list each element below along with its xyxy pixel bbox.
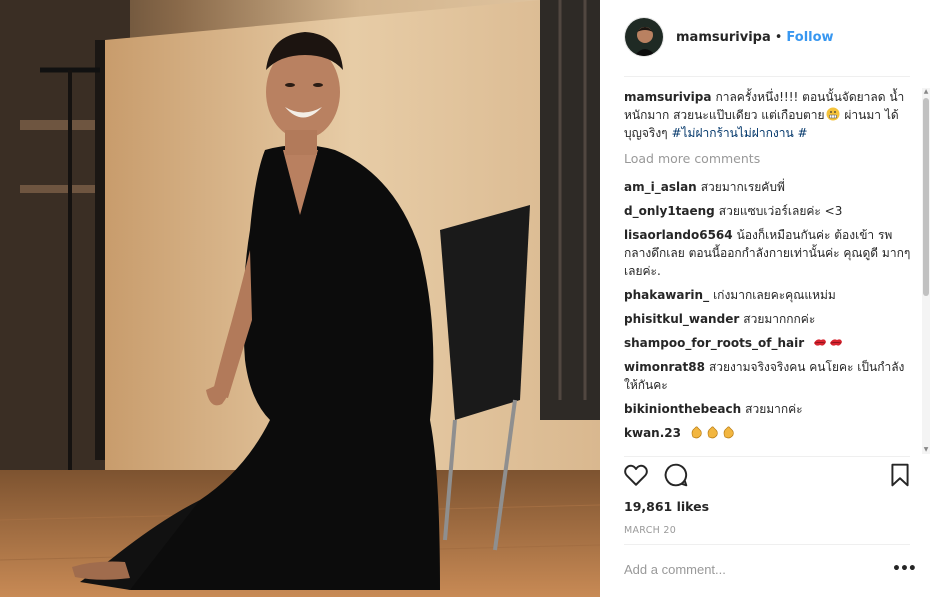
comment-item: phakawarin_ เก่งมากเลยคะคุณแหม่ม	[624, 286, 914, 304]
add-comment-input[interactable]	[624, 562, 884, 577]
load-more-comments-button[interactable]: Load more comments	[624, 150, 914, 168]
heart-icon	[624, 464, 648, 486]
speech-bubble-icon	[664, 463, 688, 487]
grimace-emoji-icon	[826, 107, 840, 121]
comment-text: สวยมากเรยคับพี่	[700, 180, 785, 194]
comment-item: wimonrat88 สวยงามจริงจริงคน คนโยคะ เป็นกำ…	[624, 358, 914, 394]
comments-list[interactable]: mamsurivipa กาลครั้งหนึ่ง!!!! ตอนนั้นจัดย…	[624, 88, 914, 454]
comment-username[interactable]: am_i_aslan	[624, 180, 697, 194]
comment-item: kwan.23	[624, 424, 914, 442]
post-header: mamsurivipa • Follow	[624, 17, 834, 57]
header-username[interactable]: mamsurivipa	[676, 30, 771, 45]
comment-username[interactable]: bikinionthebeach	[624, 402, 741, 416]
follow-button[interactable]: Follow	[786, 30, 833, 45]
caption-username[interactable]: mamsurivipa	[624, 90, 711, 104]
caption: mamsurivipa กาลครั้งหนึ่ง!!!! ตอนนั้นจัดย…	[624, 88, 914, 142]
actions-divider	[624, 456, 910, 457]
scrollbar-thumb[interactable]	[923, 98, 929, 296]
photo-illustration	[0, 0, 600, 597]
likes-count[interactable]: 19,861 likes	[624, 499, 709, 514]
kiss-emoji-icon	[814, 339, 826, 346]
like-button[interactable]	[623, 462, 649, 488]
comment-username[interactable]: d_only1taeng	[624, 204, 715, 218]
add-comment-divider	[624, 544, 910, 545]
comment-text: สวยมากค่ะ	[745, 402, 803, 416]
post-actions	[623, 462, 913, 492]
comment-username[interactable]: kwan.23	[624, 426, 681, 440]
clap-emoji-icon	[707, 426, 718, 439]
post-date[interactable]: MARCH 20	[624, 525, 676, 536]
comment-item: d_only1taeng สวยแซบเว่อร์เลยค่ะ <3	[624, 202, 914, 220]
comment-item: lisaorlando6564 น้องก็เหมือนกันค่ะ ต้องเข…	[624, 226, 914, 280]
instagram-post-view: mamsurivipa • Follow mamsurivipa กาลครั้ง…	[0, 0, 932, 597]
separator-dot: •	[774, 29, 783, 45]
avatar[interactable]	[624, 17, 664, 57]
scroll-up-arrow-icon[interactable]: ▲	[922, 88, 930, 96]
header-divider	[624, 76, 910, 77]
comment-username[interactable]: wimonrat88	[624, 360, 705, 374]
save-button[interactable]	[887, 462, 913, 488]
clap-emoji-icon	[691, 426, 702, 439]
comment-text: เก่งมากเลยคะคุณแหม่ม	[713, 288, 836, 302]
comment-username[interactable]: lisaorlando6564	[624, 228, 733, 242]
scroll-down-arrow-icon[interactable]: ▼	[922, 446, 930, 454]
avatar-image	[625, 18, 663, 56]
caption-suffix[interactable]: #	[794, 126, 807, 140]
comments-scrollbar[interactable]: ▲ ▼	[922, 88, 930, 454]
comment-item: phisitkul_wander สวยมากกกค่ะ	[624, 310, 914, 328]
kiss-emoji-icon	[830, 339, 842, 346]
bookmark-icon	[891, 463, 909, 487]
comment-item: bikinionthebeach สวยมากค่ะ	[624, 400, 914, 418]
comment-item: am_i_aslan สวยมากเรยคับพี่	[624, 178, 914, 196]
comment-button[interactable]	[663, 462, 689, 488]
comment-text: สวยมากกกค่ะ	[743, 312, 816, 326]
caption-hashtag[interactable]: #ไม่ฝากร้านไม่ฝากงาน	[671, 126, 793, 140]
comment-username[interactable]: phakawarin_	[624, 288, 709, 302]
comment-username[interactable]: phisitkul_wander	[624, 312, 739, 326]
clap-emoji-icon	[723, 426, 734, 439]
comment-item: shampoo_for_roots_of_hair	[624, 334, 914, 352]
post-photo[interactable]	[0, 0, 600, 597]
comment-text: สวยแซบเว่อร์เลยค่ะ <3	[718, 204, 843, 218]
more-options-button[interactable]: •••	[892, 562, 917, 579]
comment-username[interactable]: shampoo_for_roots_of_hair	[624, 336, 804, 350]
